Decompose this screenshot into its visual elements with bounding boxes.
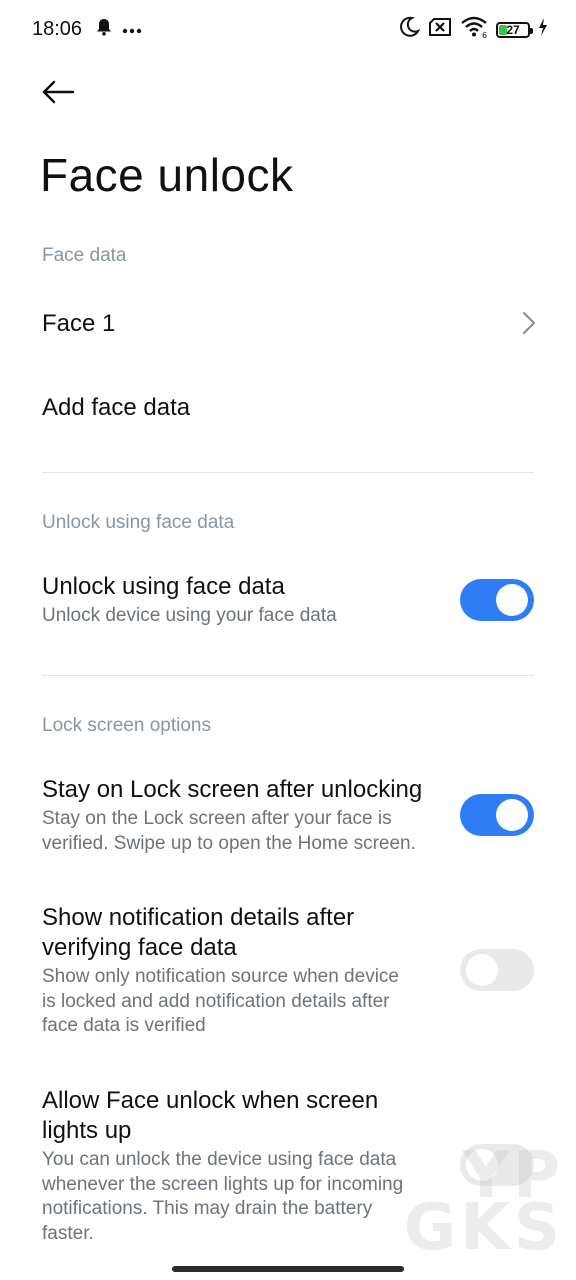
status-left-icons bbox=[96, 18, 142, 41]
svg-text:6: 6 bbox=[482, 31, 487, 38]
toggle-knob bbox=[466, 954, 498, 986]
stay-on-lock-screen-item[interactable]: Stay on Lock screen after unlocking Stay… bbox=[42, 775, 452, 856]
stay-on-lock-screen-title: Stay on Lock screen after unlocking bbox=[42, 776, 423, 803]
title-line: lights up bbox=[42, 1117, 132, 1144]
stay-on-lock-screen-toggle[interactable] bbox=[460, 794, 534, 836]
show-notification-details-toggle[interactable] bbox=[460, 949, 534, 991]
no-sim-icon bbox=[428, 17, 452, 42]
unlock-using-face-toggle[interactable] bbox=[460, 579, 534, 621]
subtitle-line: notifications. This may drain the batter… bbox=[42, 1198, 373, 1219]
unlock-using-face-title: Unlock using face data bbox=[42, 573, 285, 600]
status-bar: 18:06 6 27 bbox=[0, 0, 576, 60]
moon-icon bbox=[398, 16, 421, 43]
title-line: Allow Face unlock when screen bbox=[42, 1087, 379, 1114]
status-time: 18:06 bbox=[32, 18, 83, 40]
subtitle-line: You can unlock the device using face dat… bbox=[42, 1149, 397, 1170]
back-button[interactable] bbox=[36, 74, 80, 114]
show-notification-details-title: Show notification details after verifyin… bbox=[42, 903, 452, 963]
subtitle-line: faster. bbox=[42, 1222, 94, 1244]
more-notifications-icon bbox=[122, 21, 142, 39]
watermark-logo: YP GKS bbox=[403, 1144, 564, 1265]
subtitle-line: verified. Swipe up to open the Home scre… bbox=[42, 832, 416, 854]
wifi-icon: 6 bbox=[460, 16, 488, 43]
subtitle-line: is locked and add notification details a… bbox=[42, 990, 390, 1012]
title-line: Show notification details after bbox=[42, 904, 355, 931]
subtitle-line: Stay on the Lock screen after your face … bbox=[42, 808, 392, 829]
battery-indicator: 27 bbox=[496, 21, 533, 38]
subtitle-line: Show only notification source when devic… bbox=[42, 966, 399, 987]
face-1-item[interactable]: Face 1 bbox=[42, 309, 534, 339]
show-notification-details-subtitle: Show only notification source when devic… bbox=[42, 965, 452, 1039]
stay-on-lock-screen-subtitle: Stay on the Lock screen after your face … bbox=[42, 807, 452, 856]
charging-icon bbox=[538, 18, 548, 41]
unlock-using-face-item[interactable]: Unlock using face data Unlock device usi… bbox=[42, 572, 442, 629]
divider bbox=[42, 675, 534, 676]
allow-face-unlock-screen-lights-title: Allow Face unlock when screen lights up bbox=[42, 1086, 452, 1146]
section-header-face-data: Face data bbox=[42, 245, 127, 266]
subtitle-line: face data is verified bbox=[42, 1015, 206, 1036]
unlock-using-face-subtitle: Unlock device using your face data bbox=[42, 605, 337, 626]
section-header-lock-screen: Lock screen options bbox=[42, 715, 211, 736]
show-notification-details-item[interactable]: Show notification details after verifyin… bbox=[42, 903, 452, 1039]
toggle-knob bbox=[496, 799, 528, 831]
face-1-label: Face 1 bbox=[42, 310, 116, 337]
page-title: Face unlock bbox=[40, 149, 294, 201]
allow-face-unlock-screen-lights-item[interactable]: Allow Face unlock when screen lights up … bbox=[42, 1086, 452, 1246]
gesture-nav-handle[interactable] bbox=[172, 1266, 404, 1272]
allow-face-unlock-screen-lights-subtitle: You can unlock the device using face dat… bbox=[42, 1148, 452, 1246]
title-line: verifying face data bbox=[42, 934, 237, 961]
watermark-line: GKS bbox=[403, 1191, 564, 1265]
add-face-data-label: Add face data bbox=[42, 394, 191, 421]
bell-icon bbox=[96, 18, 112, 41]
chevron-right-icon bbox=[522, 311, 536, 340]
section-header-unlock: Unlock using face data bbox=[42, 512, 235, 533]
arrow-left-icon bbox=[41, 80, 75, 109]
subtitle-line: whenever the screen lights up for incomi… bbox=[42, 1173, 404, 1195]
add-face-data-item[interactable]: Add face data bbox=[42, 393, 534, 423]
status-right-icons: 6 27 bbox=[398, 16, 548, 43]
divider bbox=[42, 472, 534, 473]
toggle-knob bbox=[496, 584, 528, 616]
battery-level: 27 bbox=[506, 22, 520, 37]
